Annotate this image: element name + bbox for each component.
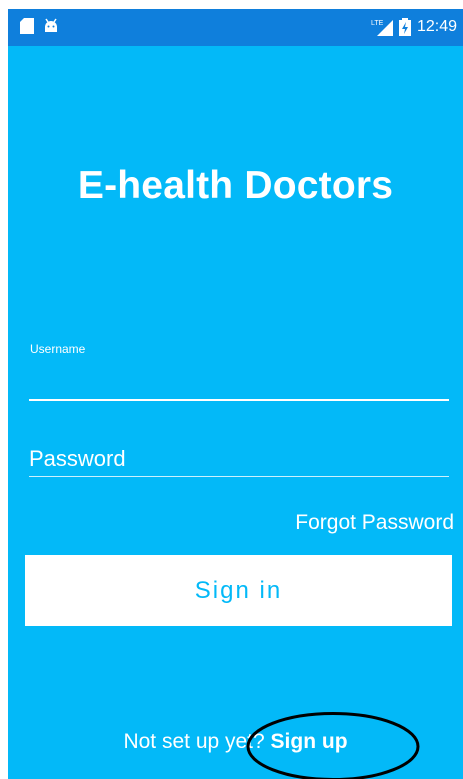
forgot-password-link[interactable]: Forgot Password xyxy=(295,511,454,535)
status-time: 12:49 xyxy=(416,18,457,35)
password-input[interactable] xyxy=(29,442,449,477)
battery-charging-icon xyxy=(398,18,411,36)
sign-in-button[interactable]: Sign in xyxy=(25,555,452,626)
app-screen: LTE 12:49 E-health Doctors Username Forg… xyxy=(8,9,463,779)
status-bar: LTE 12:49 xyxy=(8,9,463,46)
signup-prompt: Not set up yet? xyxy=(123,730,265,753)
status-right-group: LTE 12:49 xyxy=(371,17,457,37)
signup-link[interactable]: Sign up xyxy=(271,730,348,753)
username-label: Username xyxy=(30,342,86,356)
svg-text:LTE: LTE xyxy=(371,20,384,27)
username-input[interactable] xyxy=(29,361,449,401)
lte-signal-icon: LTE xyxy=(371,20,393,36)
android-debug-icon xyxy=(45,18,57,32)
sd-card-icon xyxy=(20,18,34,34)
signup-row: Not set up yet? Sign up xyxy=(8,730,463,754)
app-title: E-health Doctors xyxy=(77,164,394,207)
